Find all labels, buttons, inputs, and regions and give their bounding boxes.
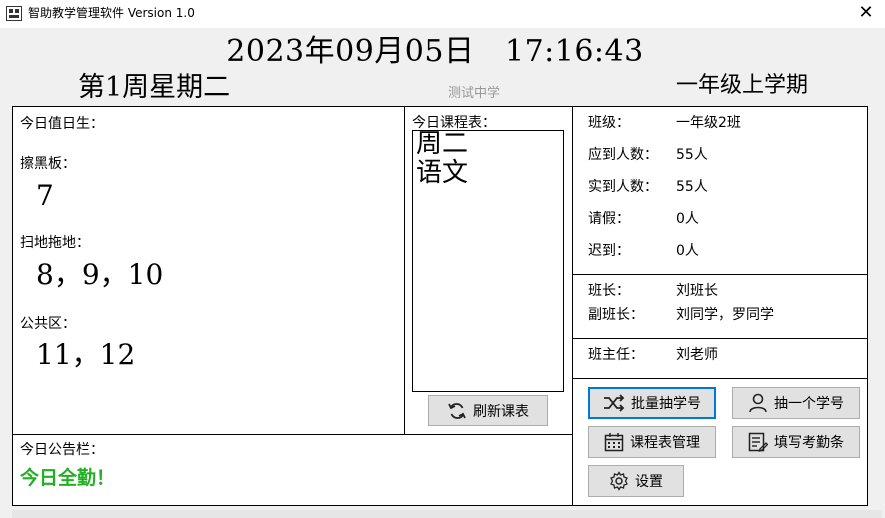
vice-monitor-value: 刘同学，罗同学: [676, 307, 774, 323]
divider: [12, 434, 573, 435]
actual-count-label: 实到人数：: [588, 179, 658, 195]
gear-icon: [610, 471, 628, 491]
school-name: 测试中学: [448, 86, 501, 101]
late-value: 0人: [676, 243, 699, 259]
monitor-value: 刘班长: [676, 283, 718, 299]
window-title: 智助教学管理软件 Version 1.0: [28, 6, 195, 20]
divider: [572, 274, 868, 275]
duty-title: 今日值日生：: [20, 116, 104, 132]
notice-title: 今日公告栏：: [20, 442, 104, 458]
divider: [404, 106, 405, 434]
bottom-edge: [12, 510, 882, 518]
schedule-manage-label: 课程表管理: [630, 435, 700, 451]
term-label: 一年级上学期: [676, 73, 809, 98]
app-icon: [6, 6, 22, 21]
late-label: 迟到：: [588, 243, 630, 259]
duty-value: 7: [36, 179, 54, 212]
draw-one-button[interactable]: 抽一个学号: [732, 387, 860, 419]
teacher-label: 班主任：: [588, 347, 644, 363]
class-label: 班级：: [588, 115, 630, 131]
attendance-label: 填写考勤条: [774, 435, 844, 451]
class-value: 一年级2班: [676, 115, 741, 131]
divider: [572, 378, 868, 379]
refresh-schedule-label: 刷新课表: [473, 403, 529, 420]
current-datetime: 2023年09月05日 17:16:43: [226, 34, 644, 69]
batch-draw-label: 批量抽学号: [631, 396, 701, 412]
settings-label: 设置: [635, 474, 663, 490]
draw-one-label: 抽一个学号: [774, 396, 844, 412]
schedule-manage-button[interactable]: 课程表管理: [588, 426, 716, 458]
duty-label: 擦黑板：: [20, 156, 76, 172]
duty-value: 11，12: [36, 338, 136, 371]
close-icon[interactable]: ✕: [855, 2, 877, 24]
divider: [572, 106, 573, 506]
duty-value: 8，9，10: [36, 258, 164, 291]
expected-count-label: 应到人数：: [588, 147, 658, 163]
person-icon: [749, 393, 767, 413]
expected-count-value: 55人: [676, 147, 708, 163]
settings-button[interactable]: 设置: [588, 465, 684, 497]
shuffle-icon: [604, 394, 625, 412]
attendance-button[interactable]: 填写考勤条: [732, 426, 860, 458]
duty-label: 公共区：: [20, 316, 76, 332]
refresh-schedule-button[interactable]: 刷新课表: [428, 395, 548, 426]
note-edit-icon: [748, 432, 768, 452]
week-day: 第1周星期二: [78, 72, 231, 103]
teacher-value: 刘老师: [676, 347, 718, 363]
leave-label: 请假：: [588, 211, 630, 227]
actual-count-value: 55人: [676, 179, 708, 195]
vice-monitor-label: 副班长：: [588, 307, 644, 323]
calendar-icon: [604, 433, 624, 452]
duty-label: 扫地拖地：: [20, 235, 90, 251]
monitor-label: 班长：: [588, 283, 630, 299]
notice-text: 今日全勤！: [20, 467, 116, 489]
batch-draw-button[interactable]: 批量抽学号: [588, 387, 716, 419]
divider: [572, 338, 868, 339]
refresh-icon: [448, 402, 466, 419]
leave-value: 0人: [676, 211, 699, 227]
schedule-content: 周二 语文: [416, 129, 469, 188]
